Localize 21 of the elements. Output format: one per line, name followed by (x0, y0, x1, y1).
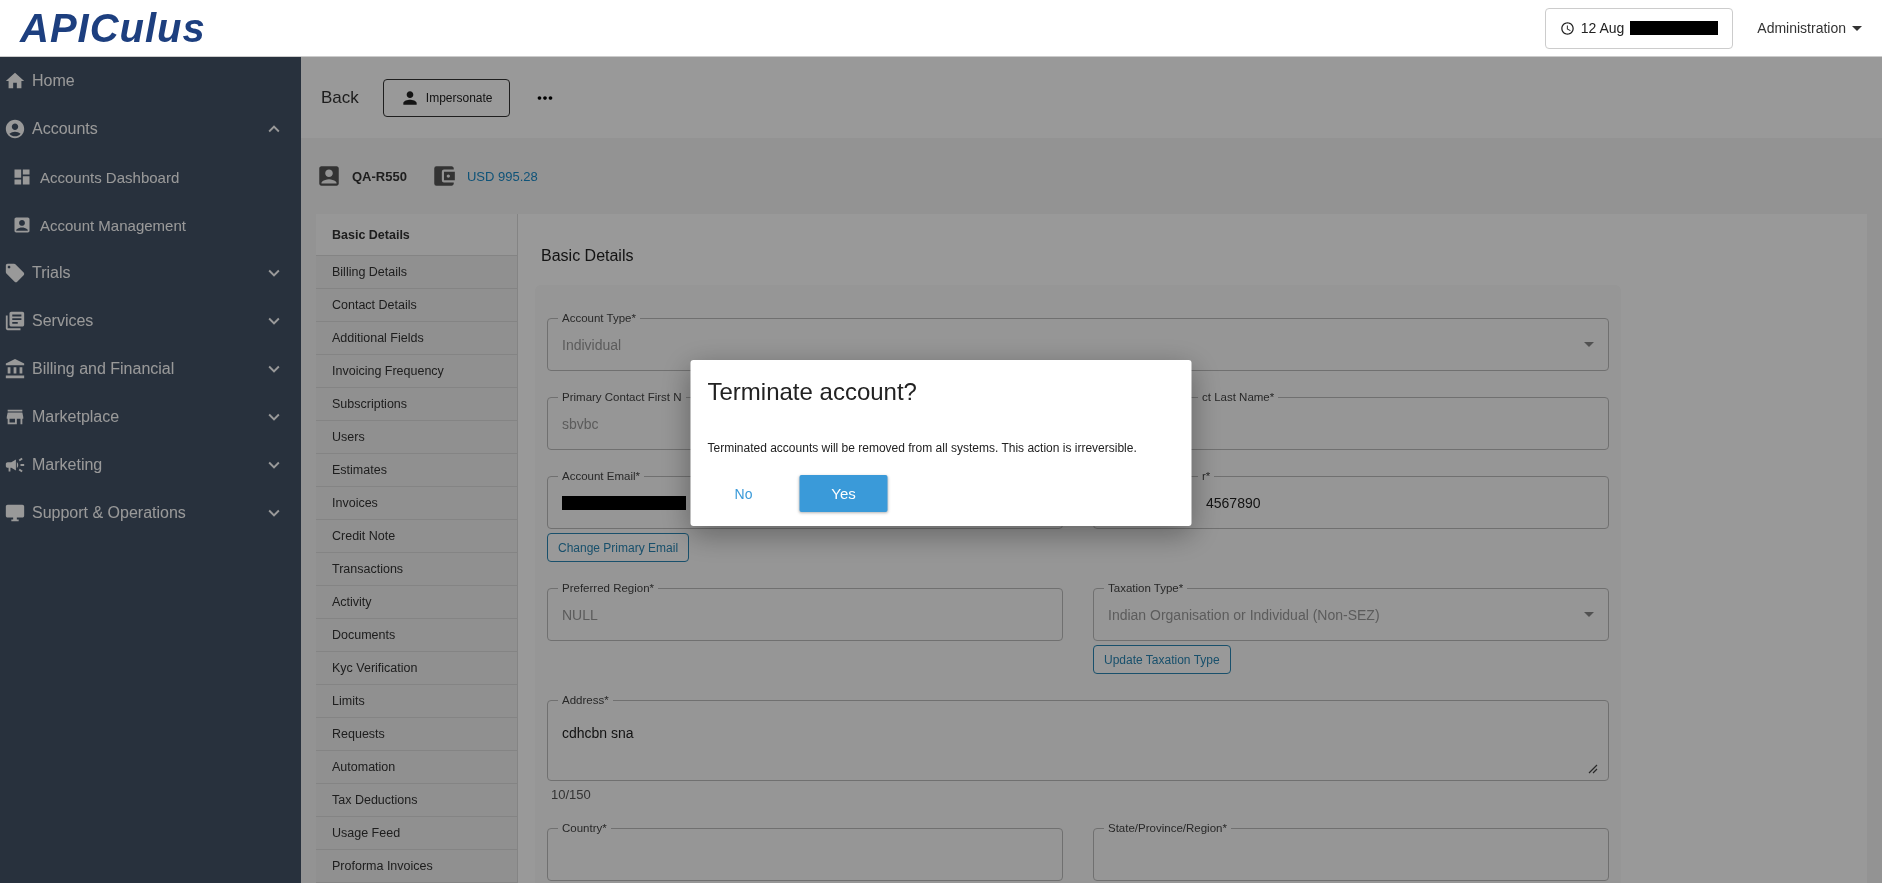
field-label: Preferred Region* (558, 581, 659, 595)
account-id: QA-R550 (352, 168, 407, 184)
field-value: cdhcbn sna (562, 725, 635, 741)
field-value: 4567890 (1206, 494, 1262, 511)
date-text: 12 Aug (1580, 20, 1625, 36)
field-label: Taxation Type* (1104, 581, 1188, 595)
field-label: Primary Contact First N (558, 390, 686, 404)
field-label: r* (1198, 469, 1215, 483)
field-value: Indian Organisation or Individual (Non-SEZ) (1108, 606, 1381, 623)
field-label: State/Province/Region* (1104, 821, 1231, 835)
field-label: ct Last Name* (1198, 390, 1279, 404)
field-label: Account Email* (558, 469, 644, 483)
section-title: Basic Details (541, 247, 635, 265)
field-value: NULL (562, 606, 599, 623)
field-label: Country* (558, 821, 611, 835)
field-label: Account Type* (558, 311, 640, 325)
field-value: sbvbc (562, 415, 600, 432)
field-value: Individual (562, 336, 623, 353)
character-counter: 10/150 (551, 787, 591, 802)
dialog-title: Terminate account? (707, 378, 918, 406)
field-label: Address* (558, 693, 613, 707)
